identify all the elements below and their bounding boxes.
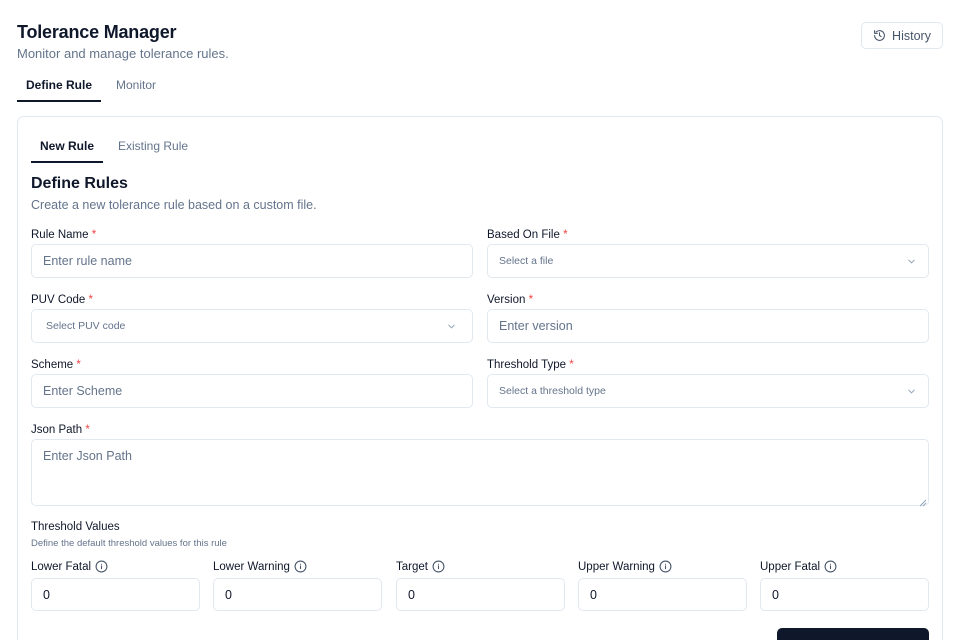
- based-on-file-value: Select a file: [499, 255, 554, 267]
- chevron-down-icon: [446, 321, 457, 332]
- based-on-file-select[interactable]: Select a file: [487, 244, 929, 278]
- form-title: Define Rules: [31, 175, 128, 192]
- resize-grip-icon[interactable]: [919, 496, 927, 507]
- tab-monitor[interactable]: Monitor: [107, 72, 165, 102]
- upper-warning-input[interactable]: 0: [578, 578, 747, 611]
- upper-warning-label: Upper Warning: [578, 560, 672, 573]
- threshold-type-label: Threshold Type *: [487, 359, 574, 371]
- required-marker: *: [569, 359, 574, 371]
- info-icon[interactable]: [294, 560, 307, 573]
- required-marker: *: [76, 359, 81, 371]
- form-subtitle: Create a new tolerance rule based on a c…: [31, 198, 317, 212]
- rule-name-input[interactable]: Enter rule name: [31, 244, 473, 278]
- puv-code-select[interactable]: Select PUV code: [31, 309, 473, 343]
- version-input[interactable]: Enter version: [487, 309, 929, 343]
- history-label: History: [892, 28, 931, 43]
- scheme-label: Scheme *: [31, 359, 81, 371]
- json-path-placeholder: Enter Json Path: [43, 449, 132, 463]
- page-subtitle: Monitor and manage tolerance rules.: [17, 46, 229, 61]
- required-marker: *: [91, 229, 97, 241]
- puv-code-value: Select PUV code: [46, 320, 126, 332]
- upper-fatal-label: Upper Fatal: [760, 560, 837, 573]
- history-button[interactable]: History: [861, 22, 943, 49]
- scheme-input[interactable]: Enter Scheme: [31, 374, 473, 408]
- target-input[interactable]: 0: [396, 578, 565, 611]
- lower-warning-label: Lower Warning: [213, 560, 307, 573]
- info-icon[interactable]: [432, 560, 445, 573]
- upper-fatal-input[interactable]: 0: [760, 578, 929, 611]
- submit-button[interactable]: [777, 628, 929, 640]
- threshold-values-subtitle: Define the default threshold values for …: [31, 538, 227, 549]
- threshold-type-value: Select a threshold type: [499, 385, 606, 397]
- info-icon[interactable]: [824, 560, 837, 573]
- version-label: Version *: [487, 294, 534, 306]
- chevron-down-icon: [906, 256, 917, 267]
- tab-new-rule[interactable]: New Rule: [31, 133, 104, 163]
- lower-warning-input[interactable]: 0: [213, 578, 382, 611]
- tab-existing-rule[interactable]: Existing Rule: [109, 133, 197, 163]
- required-marker: *: [88, 294, 94, 306]
- top-tabs: Define Rule Monitor: [17, 72, 171, 102]
- rule-tabs: New Rule Existing Rule: [31, 133, 203, 163]
- lower-fatal-label: Lower Fatal: [31, 560, 108, 573]
- rule-name-label: Rule Name *: [31, 229, 97, 241]
- info-icon[interactable]: [95, 560, 108, 573]
- based-on-file-label: Based On File *: [487, 229, 568, 241]
- target-label: Target: [396, 560, 445, 573]
- required-marker: *: [563, 229, 568, 241]
- required-marker: *: [528, 294, 534, 306]
- tab-define-rule[interactable]: Define Rule: [17, 72, 102, 102]
- json-path-label: Json Path *: [31, 424, 90, 436]
- chevron-down-icon: [906, 386, 917, 397]
- lower-fatal-input[interactable]: 0: [31, 578, 200, 611]
- json-path-textarea[interactable]: Enter Json Path: [31, 439, 929, 507]
- threshold-values-title: Threshold Values: [31, 521, 120, 533]
- puv-code-label: PUV Code *: [31, 294, 94, 306]
- threshold-type-select[interactable]: Select a threshold type: [487, 374, 929, 408]
- page-title: Tolerance Manager: [17, 22, 177, 42]
- history-icon: [873, 29, 886, 42]
- info-icon[interactable]: [659, 560, 672, 573]
- required-marker: *: [85, 424, 90, 436]
